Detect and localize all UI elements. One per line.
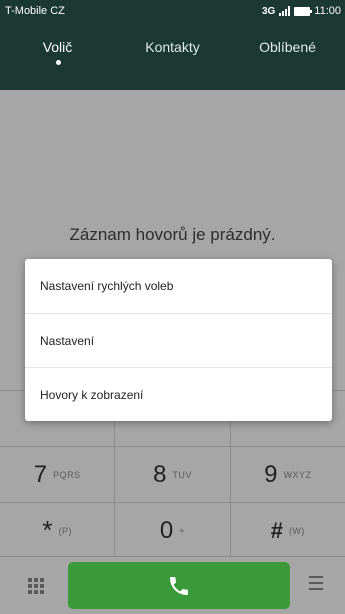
options-menu: Nastavení rychlých voleb Nastavení Hovor… xyxy=(25,259,332,421)
key-digit: 9 xyxy=(264,460,278,488)
key-digit: * xyxy=(42,515,53,545)
key-letters: PQRS xyxy=(53,469,81,480)
key-0[interactable]: 0 + xyxy=(114,503,229,558)
key-8[interactable]: 8 TUV xyxy=(114,447,229,502)
tab-contacts-label: Kontakty xyxy=(145,39,200,55)
key-star[interactable]: * (P) xyxy=(0,503,114,558)
phone-handset-icon xyxy=(170,576,188,595)
bottom-action-bar xyxy=(0,556,345,614)
key-7[interactable]: 7 PQRS xyxy=(0,447,114,502)
key-letters: (W) xyxy=(288,525,305,536)
tab-dialer-label: Volič xyxy=(42,39,73,55)
keypad-row: 7 PQRS 8 TUV 9 WXYZ xyxy=(0,446,345,502)
menu-item-calls-to-display[interactable]: Hovory k zobrazení xyxy=(25,367,332,421)
signal-icon xyxy=(279,6,291,16)
menu-item-speed-dial-settings[interactable]: Nastavení rychlých voleb xyxy=(25,259,332,313)
key-letters: TUV xyxy=(172,469,192,480)
dialpad-grid-icon[interactable] xyxy=(28,578,44,594)
tab-favorites[interactable]: Oblíbené xyxy=(230,22,345,55)
key-hash[interactable]: # (W) xyxy=(229,503,345,558)
tab-dialer[interactable]: Volič xyxy=(0,22,115,65)
key-digit: # xyxy=(270,517,283,543)
status-indicators: 3G 11:00 xyxy=(262,5,341,17)
key-digit: 8 xyxy=(153,460,167,488)
active-tab-indicator xyxy=(55,60,61,65)
empty-call-log-message: Záznam hovorů je prázdný. xyxy=(69,225,276,244)
key-digit: 0 xyxy=(159,516,174,544)
call-button[interactable] xyxy=(68,562,290,609)
carrier-name: T-Mobile CZ xyxy=(5,5,65,17)
key-letters: WXYZ xyxy=(283,469,312,480)
keypad-row: * (P) 0 + # (W) xyxy=(0,502,345,558)
key-9[interactable]: 9 WXYZ xyxy=(229,447,345,502)
clock: 11:00 xyxy=(314,5,341,17)
tab-favorites-label: Oblíbené xyxy=(259,39,316,55)
tab-contacts[interactable]: Kontakty xyxy=(115,22,230,55)
network-type: 3G xyxy=(261,5,276,17)
menu-item-settings[interactable]: Nastavení xyxy=(25,313,332,367)
key-letters: (P) xyxy=(58,525,72,536)
tab-bar: Volič Kontakty Oblíbené xyxy=(0,22,345,90)
key-letters: + xyxy=(179,525,186,536)
key-digit: 7 xyxy=(33,460,48,488)
battery-icon xyxy=(294,6,313,16)
status-bar: T-Mobile CZ 3G 11:00 xyxy=(0,0,345,22)
hamburger-menu-icon[interactable] xyxy=(309,576,323,594)
